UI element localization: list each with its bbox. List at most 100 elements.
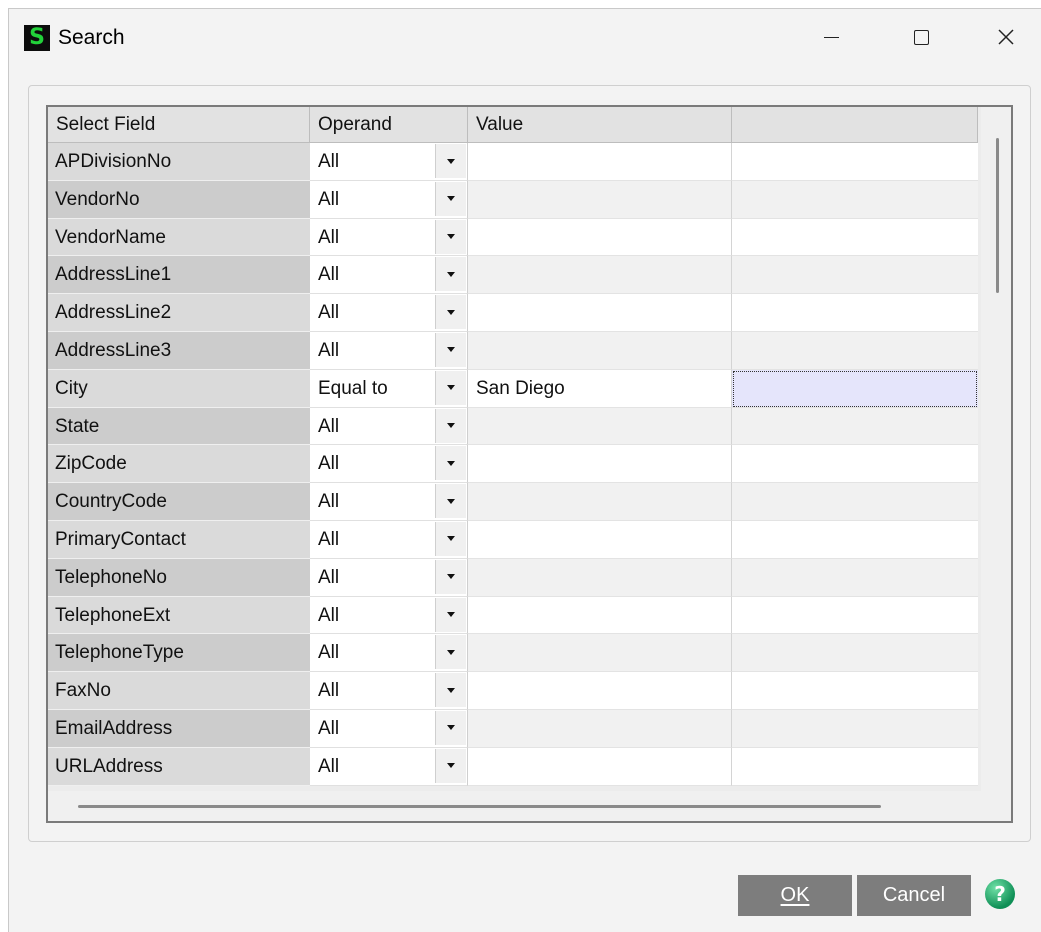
extra-value-cell[interactable]: [732, 294, 978, 332]
operand-dropdown-button[interactable]: [435, 635, 466, 670]
extra-value-cell[interactable]: [732, 483, 978, 521]
value-input[interactable]: [468, 331, 732, 370]
operand-dropdown[interactable]: All: [310, 331, 468, 370]
operand-dropdown[interactable]: Equal to: [310, 369, 468, 408]
close-button[interactable]: [984, 17, 1028, 57]
select-field-cell[interactable]: VendorName: [48, 218, 310, 257]
extra-value-cell[interactable]: [732, 709, 978, 748]
operand-dropdown-button[interactable]: [435, 295, 466, 330]
value-input[interactable]: [468, 256, 732, 295]
horizontal-scrollbar[interactable]: [48, 791, 1011, 821]
operand-dropdown[interactable]: All: [310, 180, 468, 219]
help-icon[interactable]: ?: [985, 879, 1015, 909]
operand-dropdown[interactable]: All: [310, 407, 468, 446]
extra-value-cell[interactable]: [732, 331, 978, 370]
operand-dropdown[interactable]: All: [310, 634, 468, 673]
minimize-button[interactable]: [809, 17, 853, 57]
operand-dropdown[interactable]: All: [310, 747, 468, 786]
select-field-cell[interactable]: AddressLine2: [48, 294, 310, 332]
header-operand[interactable]: Operand: [310, 107, 468, 143]
value-input[interactable]: [468, 218, 732, 257]
extra-value-cell[interactable]: [732, 256, 978, 295]
operand-dropdown-button[interactable]: [435, 181, 466, 216]
operand-dropdown-button[interactable]: [435, 521, 466, 556]
operand-dropdown[interactable]: All: [310, 596, 468, 635]
extra-value-cell[interactable]: [732, 747, 978, 786]
operand-dropdown-button[interactable]: [435, 219, 466, 254]
select-field-cell[interactable]: FaxNo: [48, 672, 310, 710]
value-input[interactable]: [468, 558, 732, 597]
operand-dropdown[interactable]: All: [310, 218, 468, 257]
operand-dropdown-button[interactable]: [435, 673, 466, 708]
operand-dropdown-button[interactable]: [435, 597, 466, 632]
extra-value-cell[interactable]: [732, 407, 978, 446]
operand-dropdown[interactable]: All: [310, 483, 468, 521]
operand-dropdown-button[interactable]: [435, 484, 466, 519]
value-input[interactable]: [468, 180, 732, 219]
operand-dropdown[interactable]: All: [310, 558, 468, 597]
select-field-cell[interactable]: ZipCode: [48, 445, 310, 484]
operand-dropdown-button[interactable]: [435, 332, 466, 367]
operand-dropdown-button[interactable]: [435, 144, 466, 178]
ok-button[interactable]: OK: [738, 875, 852, 916]
operand-dropdown[interactable]: All: [310, 520, 468, 559]
operand-dropdown-button[interactable]: [435, 370, 466, 405]
select-field-cell[interactable]: APDivisionNo: [48, 143, 310, 181]
select-field-cell[interactable]: AddressLine1: [48, 256, 310, 295]
value-input[interactable]: [468, 672, 732, 710]
value-input[interactable]: [468, 596, 732, 635]
value-input[interactable]: [468, 407, 732, 446]
operand-value: All: [318, 604, 340, 626]
value-input[interactable]: [468, 709, 732, 748]
value-input[interactable]: San Diego: [468, 369, 732, 408]
operand-dropdown-button[interactable]: [435, 559, 466, 594]
value-input[interactable]: [468, 445, 732, 484]
operand-dropdown[interactable]: All: [310, 256, 468, 295]
operand-dropdown-button[interactable]: [435, 446, 466, 481]
select-field-cell[interactable]: CountryCode: [48, 483, 310, 521]
select-field-cell[interactable]: City: [48, 369, 310, 408]
cancel-button[interactable]: Cancel: [857, 875, 971, 916]
select-field-cell[interactable]: TelephoneExt: [48, 596, 310, 635]
select-field-cell[interactable]: AddressLine3: [48, 331, 310, 370]
vertical-scrollbar[interactable]: [981, 107, 1011, 821]
extra-value-cell[interactable]: [732, 218, 978, 257]
operand-dropdown-button[interactable]: [435, 748, 466, 783]
operand-dropdown[interactable]: All: [310, 294, 468, 332]
header-select-field[interactable]: Select Field: [48, 107, 310, 143]
select-field-cell[interactable]: PrimaryContact: [48, 520, 310, 559]
maximize-button[interactable]: [899, 17, 943, 57]
value-input[interactable]: [468, 483, 732, 521]
horizontal-scroll-thumb[interactable]: [78, 805, 881, 808]
extra-value-cell[interactable]: [732, 672, 978, 710]
select-field-cell[interactable]: TelephoneNo: [48, 558, 310, 597]
extra-value-cell[interactable]: [732, 180, 978, 219]
operand-dropdown-button[interactable]: [435, 257, 466, 292]
extra-value-cell[interactable]: [732, 520, 978, 559]
extra-value-cell[interactable]: [732, 369, 978, 408]
select-field-cell[interactable]: State: [48, 407, 310, 446]
value-input[interactable]: [468, 520, 732, 559]
select-field-cell[interactable]: VendorNo: [48, 180, 310, 219]
select-field-cell[interactable]: TelephoneType: [48, 634, 310, 673]
value-input[interactable]: [468, 634, 732, 673]
extra-value-cell[interactable]: [732, 596, 978, 635]
operand-dropdown[interactable]: All: [310, 672, 468, 710]
operand-dropdown[interactable]: All: [310, 445, 468, 484]
value-input[interactable]: [468, 143, 732, 181]
operand-dropdown[interactable]: All: [310, 143, 468, 181]
vertical-scroll-thumb[interactable]: [996, 138, 999, 293]
header-value[interactable]: Value: [468, 107, 732, 143]
value-input[interactable]: [468, 747, 732, 786]
select-field-cell[interactable]: URLAddress: [48, 747, 310, 786]
extra-value-cell[interactable]: [732, 634, 978, 673]
operand-dropdown-button[interactable]: [435, 408, 466, 443]
value-input[interactable]: [468, 294, 732, 332]
table-row: TelephoneNo All: [48, 558, 1011, 597]
extra-value-cell[interactable]: [732, 445, 978, 484]
extra-value-cell[interactable]: [732, 143, 978, 181]
operand-dropdown[interactable]: All: [310, 709, 468, 748]
extra-value-cell[interactable]: [732, 558, 978, 597]
select-field-cell[interactable]: EmailAddress: [48, 709, 310, 748]
operand-dropdown-button[interactable]: [435, 710, 466, 745]
